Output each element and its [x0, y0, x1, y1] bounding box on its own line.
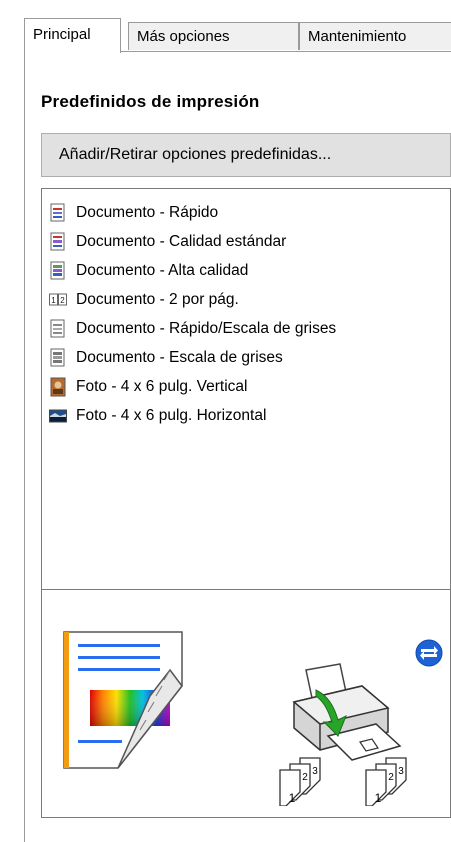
collate-digit: 2	[302, 772, 308, 783]
two-per-page-icon: 1 2	[49, 293, 67, 306]
list-item[interactable]: 1 2 Documento - 2 por pág.	[49, 287, 239, 313]
tab-strip: Principal Más opciones Mantenimiento	[24, 18, 451, 53]
preset-label: Documento - Escala de grises	[76, 349, 283, 366]
photo-landscape-icon	[49, 409, 67, 423]
collate-digit: 3	[312, 766, 318, 777]
page-preview-icon	[63, 631, 183, 769]
list-item[interactable]: Foto - 4 x 6 pulg. Vertical	[49, 374, 247, 400]
preset-label: Documento - Rápido	[76, 204, 219, 221]
add-remove-presets-button[interactable]: Añadir/Retirar opciones predefinidas...	[41, 133, 451, 177]
document-fast-icon	[50, 203, 65, 222]
tab-mas-opciones[interactable]: Más opciones	[128, 22, 299, 50]
collate-digit: 2	[388, 772, 394, 783]
collate-icon: 3 2 1	[365, 757, 407, 806]
list-item[interactable]: Documento - Calidad estándar	[49, 229, 286, 255]
tab-principal[interactable]: Principal	[24, 18, 121, 53]
preset-label: Foto - 4 x 6 pulg. Horizontal	[76, 407, 267, 424]
preset-label: Documento - Calidad estándar	[76, 233, 287, 250]
collate-digit: 1	[289, 791, 296, 805]
preset-label: Documento - 2 por pág.	[76, 291, 239, 308]
preset-label: Documento - Alta calidad	[76, 262, 249, 279]
svg-text:1: 1	[51, 296, 56, 305]
list-item[interactable]: Documento - Rápido/Escala de grises	[49, 316, 336, 342]
preset-label: Documento - Rápido/Escala de grises	[76, 320, 337, 337]
print-preview-area: 3 2 1 3 2 1	[41, 590, 451, 818]
document-grayscale-icon	[50, 348, 65, 367]
tab-mantenimiento[interactable]: Mantenimiento	[299, 22, 451, 50]
collate-digit: 1	[375, 791, 382, 805]
section-title: Predefinidos de impresión	[41, 92, 260, 111]
list-item[interactable]: Documento - Alta calidad	[49, 258, 248, 284]
collate-digit: 3	[398, 766, 404, 777]
photo-portrait-icon	[50, 377, 66, 397]
list-item[interactable]: Foto - 4 x 6 pulg. Horizontal	[49, 403, 266, 429]
preset-label: Foto - 4 x 6 pulg. Vertical	[76, 378, 248, 395]
document-standard-icon	[50, 232, 65, 251]
list-item[interactable]: Documento - Escala de grises	[49, 345, 283, 371]
preset-list[interactable]: Documento - Rápido Documento - Calidad e…	[41, 188, 451, 590]
document-fast-grayscale-icon	[50, 319, 65, 338]
document-high-quality-icon	[50, 261, 65, 280]
collate-icon: 3 2 1	[279, 757, 321, 806]
list-item[interactable]: Documento - Rápido	[49, 200, 218, 226]
rotate-icon[interactable]	[414, 638, 444, 668]
svg-text:2: 2	[60, 296, 65, 305]
